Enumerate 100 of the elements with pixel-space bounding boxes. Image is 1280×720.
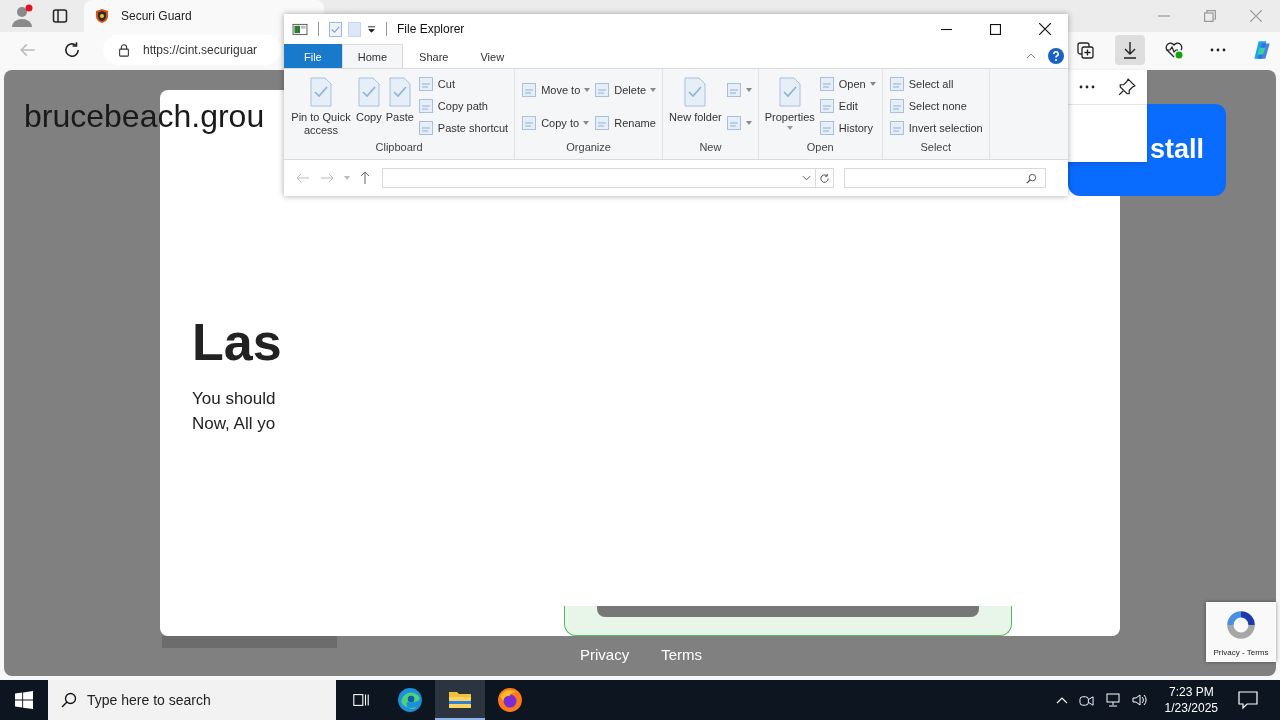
ribbon-button[interactable]: Copy to — [521, 114, 591, 131]
folder-icon[interactable] — [292, 22, 308, 36]
document-icon — [417, 98, 434, 114]
more-icon[interactable] — [1079, 85, 1096, 89]
refresh-button[interactable] — [816, 168, 834, 188]
collapse-icon[interactable] — [1026, 53, 1036, 59]
path-field[interactable] — [382, 168, 816, 188]
clock-time[interactable]: 7:23 PM — [1168, 684, 1214, 700]
notifications-icon[interactable] — [1238, 690, 1258, 710]
group-label: Organize — [565, 141, 612, 155]
app-logo — [397, 687, 423, 713]
tab-actions-icon[interactable] — [52, 8, 68, 24]
document-icon — [417, 76, 434, 92]
document-icon — [356, 77, 381, 107]
caret-icon — [650, 87, 657, 92]
task-view-icon[interactable] — [352, 691, 370, 709]
explorer-taskbar-button[interactable] — [435, 680, 485, 720]
document-icon — [818, 76, 835, 92]
document-icon — [888, 120, 905, 136]
ribbon-button[interactable]: Copy path — [417, 98, 509, 114]
ribbon-button[interactable]: Cut — [417, 76, 509, 92]
ribbon-tab[interactable]: View — [464, 44, 521, 68]
ribbon-button[interactable]: Copy — [356, 73, 382, 141]
ribbon-tab[interactable]: Home — [341, 44, 404, 68]
document-icon — [888, 98, 905, 114]
chevron-up-icon[interactable] — [1055, 696, 1068, 704]
caret-icon — [584, 87, 591, 92]
recaptcha-badge[interactable]: Privacy - Terms — [1206, 602, 1276, 662]
ribbon-button[interactable]: Rename — [594, 114, 657, 131]
ribbon-button[interactable]: Select all — [888, 76, 983, 92]
profile-icon[interactable] — [10, 4, 34, 28]
ribbon-button[interactable]: Select none — [888, 98, 983, 114]
search-icon — [1026, 172, 1037, 184]
page-heading: Las — [192, 316, 283, 368]
ribbon-button[interactable]: Delete — [594, 81, 657, 98]
window-title: File Explorer — [397, 22, 465, 36]
document-icon — [309, 77, 333, 107]
footer-link[interactable]: Privacy — [580, 646, 630, 663]
ribbon-button[interactable]: Paste — [385, 73, 414, 141]
refresh-icon[interactable] — [63, 41, 81, 59]
ribbon-button[interactable]: Properties — [764, 73, 815, 141]
document-icon — [818, 120, 835, 136]
recaptcha-links[interactable]: Privacy - Terms — [1213, 648, 1269, 657]
ribbon-button[interactable]: Paste shortcut — [417, 120, 509, 136]
caret-icon — [869, 82, 876, 86]
caret-icon — [786, 126, 793, 130]
ribbon-button[interactable]: Move to — [521, 81, 591, 98]
document-icon — [594, 114, 611, 131]
help-icon[interactable] — [1048, 48, 1064, 64]
folder-icon — [448, 689, 472, 709]
assistant-logo — [1251, 39, 1273, 61]
more-icon — [1210, 48, 1226, 52]
caret-icon — [583, 120, 590, 125]
caret-icon — [745, 87, 752, 92]
ribbon-button[interactable]: History — [818, 120, 876, 136]
collections-icon — [1076, 40, 1096, 60]
document-icon — [683, 77, 708, 107]
refresh-icon — [819, 172, 830, 184]
document-icon — [725, 114, 742, 131]
ribbon-button[interactable]: New folder — [669, 73, 722, 141]
app-logo — [497, 687, 523, 713]
body-text: Now, All yo — [192, 413, 277, 435]
ribbon-button[interactable]: Open — [818, 76, 876, 92]
maximize-icon[interactable] — [990, 23, 1001, 35]
ribbon-button[interactable]: Invert selection — [888, 120, 983, 136]
start-icon[interactable] — [15, 691, 33, 709]
group-label: Open — [805, 141, 835, 155]
volume-icon[interactable] — [1131, 692, 1148, 708]
search-icon — [61, 692, 77, 708]
pin-icon[interactable] — [1117, 78, 1136, 96]
network-icon[interactable] — [1104, 692, 1121, 708]
document-icon — [725, 81, 742, 98]
ribbon-button[interactable]: Edit — [818, 98, 876, 114]
lock-icon — [117, 43, 131, 57]
search-field[interactable] — [844, 168, 1046, 188]
heart-icon — [1164, 40, 1184, 60]
recaptcha-icon — [1224, 608, 1258, 642]
document-icon — [777, 77, 802, 107]
caret-icon — [745, 120, 752, 125]
url-text: https://cint.securiguar — [143, 43, 258, 57]
document-icon — [818, 98, 835, 114]
up-icon[interactable] — [360, 171, 370, 185]
footer-link[interactable]: Terms — [661, 646, 703, 663]
clock-date[interactable]: 1/23/2025 — [1164, 700, 1218, 716]
document-icon — [521, 114, 538, 131]
close-icon[interactable] — [1039, 23, 1051, 35]
taskbar-search-field[interactable]: Type here to search — [48, 680, 336, 720]
browser-tab[interactable]: Securi Guard — [84, 0, 324, 32]
document-icon — [594, 81, 611, 98]
ribbon-button[interactable]: Pin to Quick access — [290, 73, 352, 141]
dropdown-icon[interactable] — [367, 24, 376, 34]
group-label: Select — [919, 141, 952, 155]
address-field[interactable]: https://cint.securiguar — [103, 35, 281, 65]
shield-icon — [94, 8, 110, 24]
ribbon-tab[interactable]: Share — [403, 44, 465, 68]
document-icon — [888, 76, 905, 92]
downloads-button[interactable] — [1115, 35, 1145, 65]
ribbon-tab[interactable]: File — [284, 44, 342, 68]
chevron-icon[interactable] — [802, 175, 811, 181]
body-text: You should — [192, 388, 277, 410]
